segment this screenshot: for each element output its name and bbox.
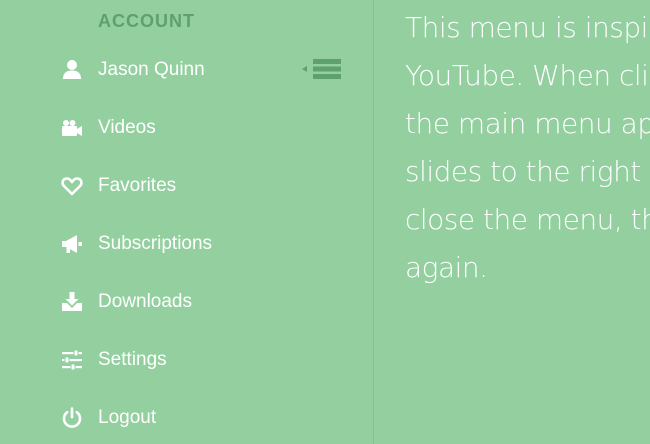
sidebar-item-label: Logout	[98, 407, 157, 428]
megaphone-icon	[61, 233, 83, 255]
description-line: the main menu appears and	[405, 107, 650, 140]
sidebar-item-downloads[interactable]: Downloads	[0, 273, 373, 331]
description-line: again.	[405, 251, 488, 284]
sidebar-item-label: Videos	[98, 117, 156, 138]
heart-icon	[61, 175, 83, 197]
sidebar-item-label: Downloads	[98, 291, 192, 312]
sidebar-item-subscriptions[interactable]: Subscriptions	[0, 215, 373, 273]
sliders-icon	[61, 349, 83, 371]
main-content: This menu is inspired by YouTube. When c…	[405, 4, 650, 444]
user-icon	[61, 59, 83, 81]
description-line: close the menu, the user clicks	[405, 203, 650, 236]
description-text: This menu is inspired by YouTube. When c…	[405, 4, 650, 292]
sidebar-item-videos[interactable]: Videos	[0, 99, 373, 157]
power-icon	[61, 407, 83, 429]
description-line: YouTube. When clicking	[405, 59, 650, 92]
section-title-account: ACCOUNT	[98, 11, 195, 31]
sidebar-item-label: Settings	[98, 349, 167, 370]
video-camera-icon	[61, 117, 83, 139]
sidebar-menu-list: Jason Quinn Videos Favorites Subscriptio…	[0, 41, 373, 444]
sidebar-item-jason-quinn[interactable]: Jason Quinn	[0, 41, 373, 99]
sidebar-item-label: Favorites	[98, 175, 177, 196]
sidebar-item-label: Subscriptions	[98, 233, 213, 254]
sidebar-item-logout[interactable]: Logout	[0, 389, 373, 444]
sidebar-item-settings[interactable]: Settings	[0, 331, 373, 389]
app-page: ACCOUNT Jason Quinn Videos Favorites Sub…	[0, 0, 650, 444]
download-icon	[61, 291, 83, 313]
description-line: This menu is inspired by	[405, 11, 650, 44]
sidebar-menu: ACCOUNT Jason Quinn Videos Favorites Sub…	[0, 0, 374, 444]
sidebar-item-label: Jason Quinn	[98, 59, 205, 80]
description-line: slides to the right side. To	[405, 155, 650, 188]
sidebar-item-favorites[interactable]: Favorites	[0, 157, 373, 215]
